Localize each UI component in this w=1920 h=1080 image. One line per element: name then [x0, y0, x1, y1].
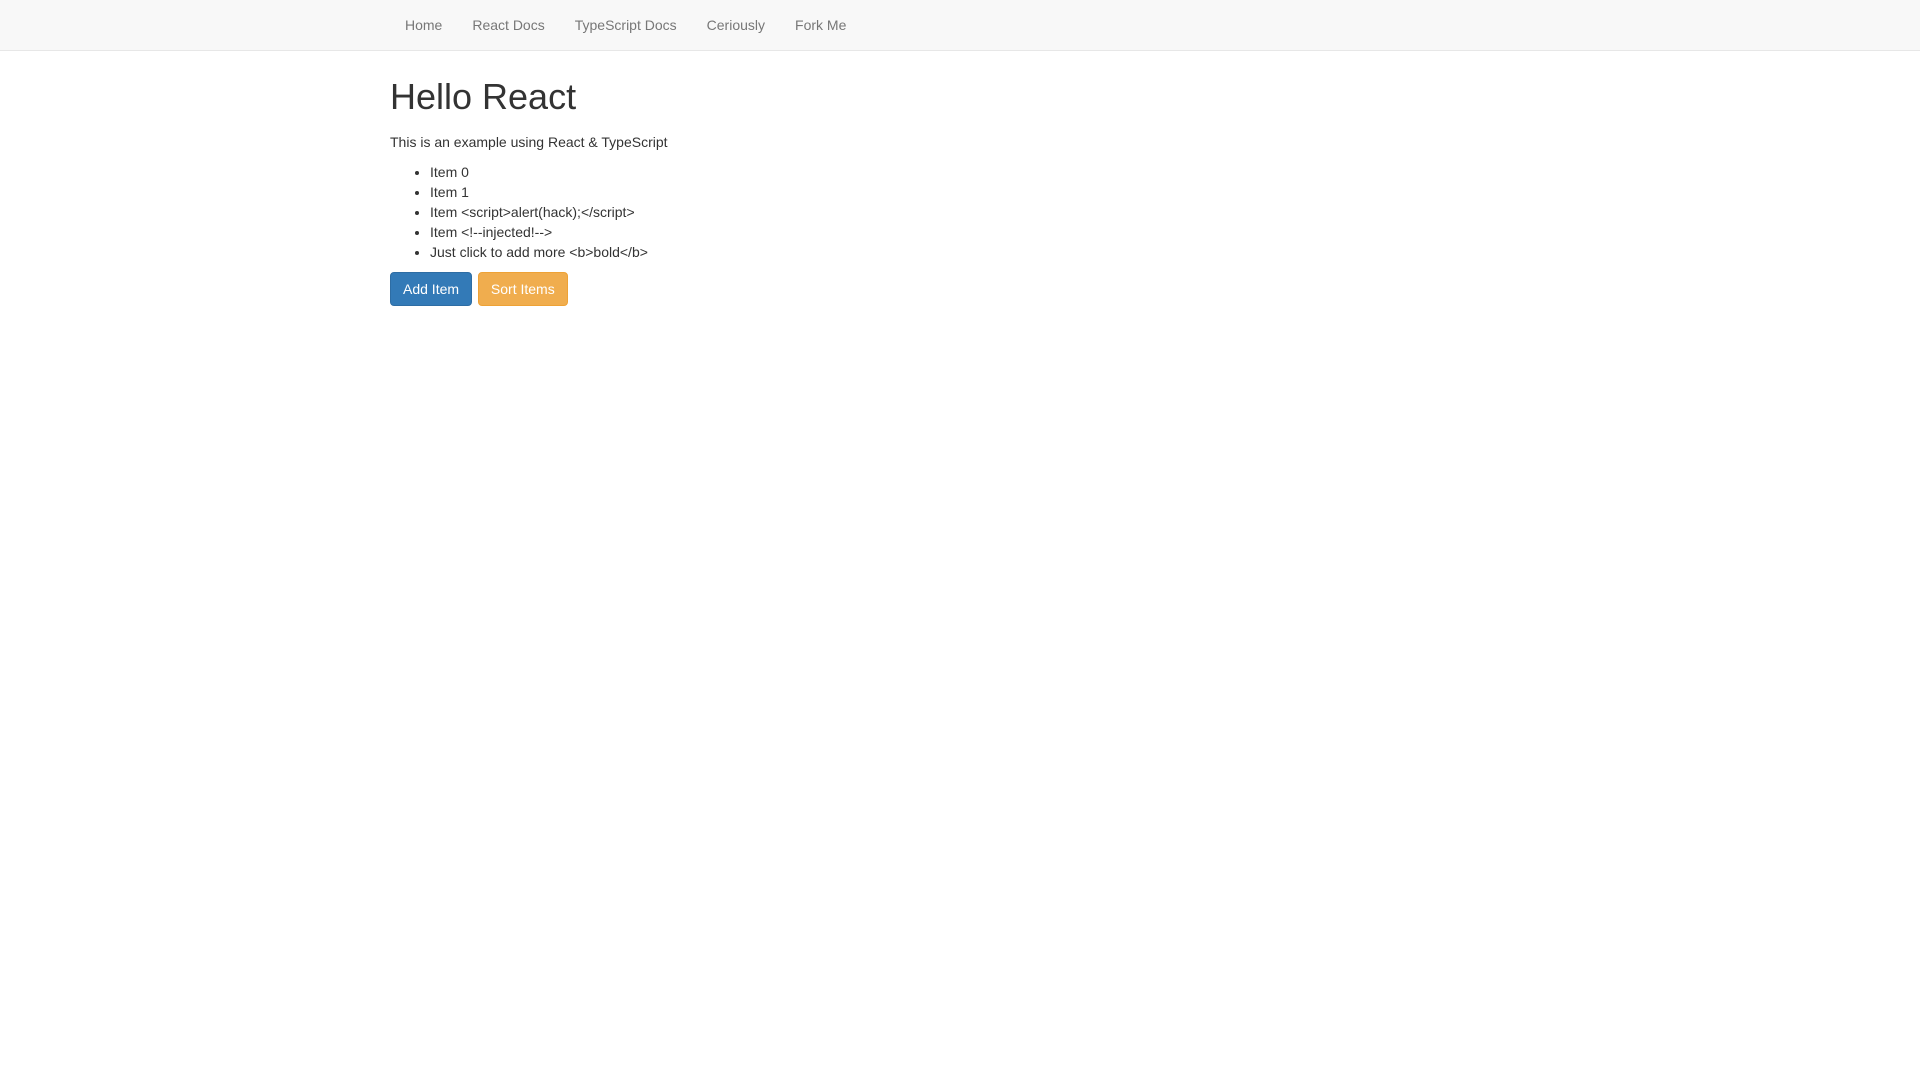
- sort-items-button[interactable]: Sort Items: [478, 272, 568, 306]
- list-item: Item 0: [430, 162, 1530, 182]
- item-list: Item 0 Item 1 Item <script>alert(hack);<…: [390, 162, 1530, 262]
- nav-typescript-docs[interactable]: TypeScript Docs: [560, 0, 692, 50]
- list-item: Item <script>alert(hack);</script>: [430, 202, 1530, 222]
- nav-ceriously[interactable]: Ceriously: [692, 0, 780, 50]
- nav-list: Home React Docs TypeScript Docs Ceriousl…: [390, 0, 1530, 50]
- page-title: Hello React: [390, 71, 1530, 122]
- button-row: Add Item Sort Items: [390, 272, 1530, 306]
- main-container: Hello React This is an example using Rea…: [375, 71, 1545, 306]
- navbar: Home React Docs TypeScript Docs Ceriousl…: [0, 0, 1920, 51]
- add-item-button[interactable]: Add Item: [390, 272, 472, 306]
- nav-home[interactable]: Home: [390, 0, 457, 50]
- nav-fork-me[interactable]: Fork Me: [780, 0, 861, 50]
- list-item: Just click to add more <b>bold</b>: [430, 242, 1530, 262]
- nav-react-docs[interactable]: React Docs: [457, 0, 559, 50]
- list-item: Item <!--injected!-->: [430, 222, 1530, 242]
- list-item: Item 1: [430, 182, 1530, 202]
- page-subtitle: This is an example using React & TypeScr…: [390, 132, 1530, 152]
